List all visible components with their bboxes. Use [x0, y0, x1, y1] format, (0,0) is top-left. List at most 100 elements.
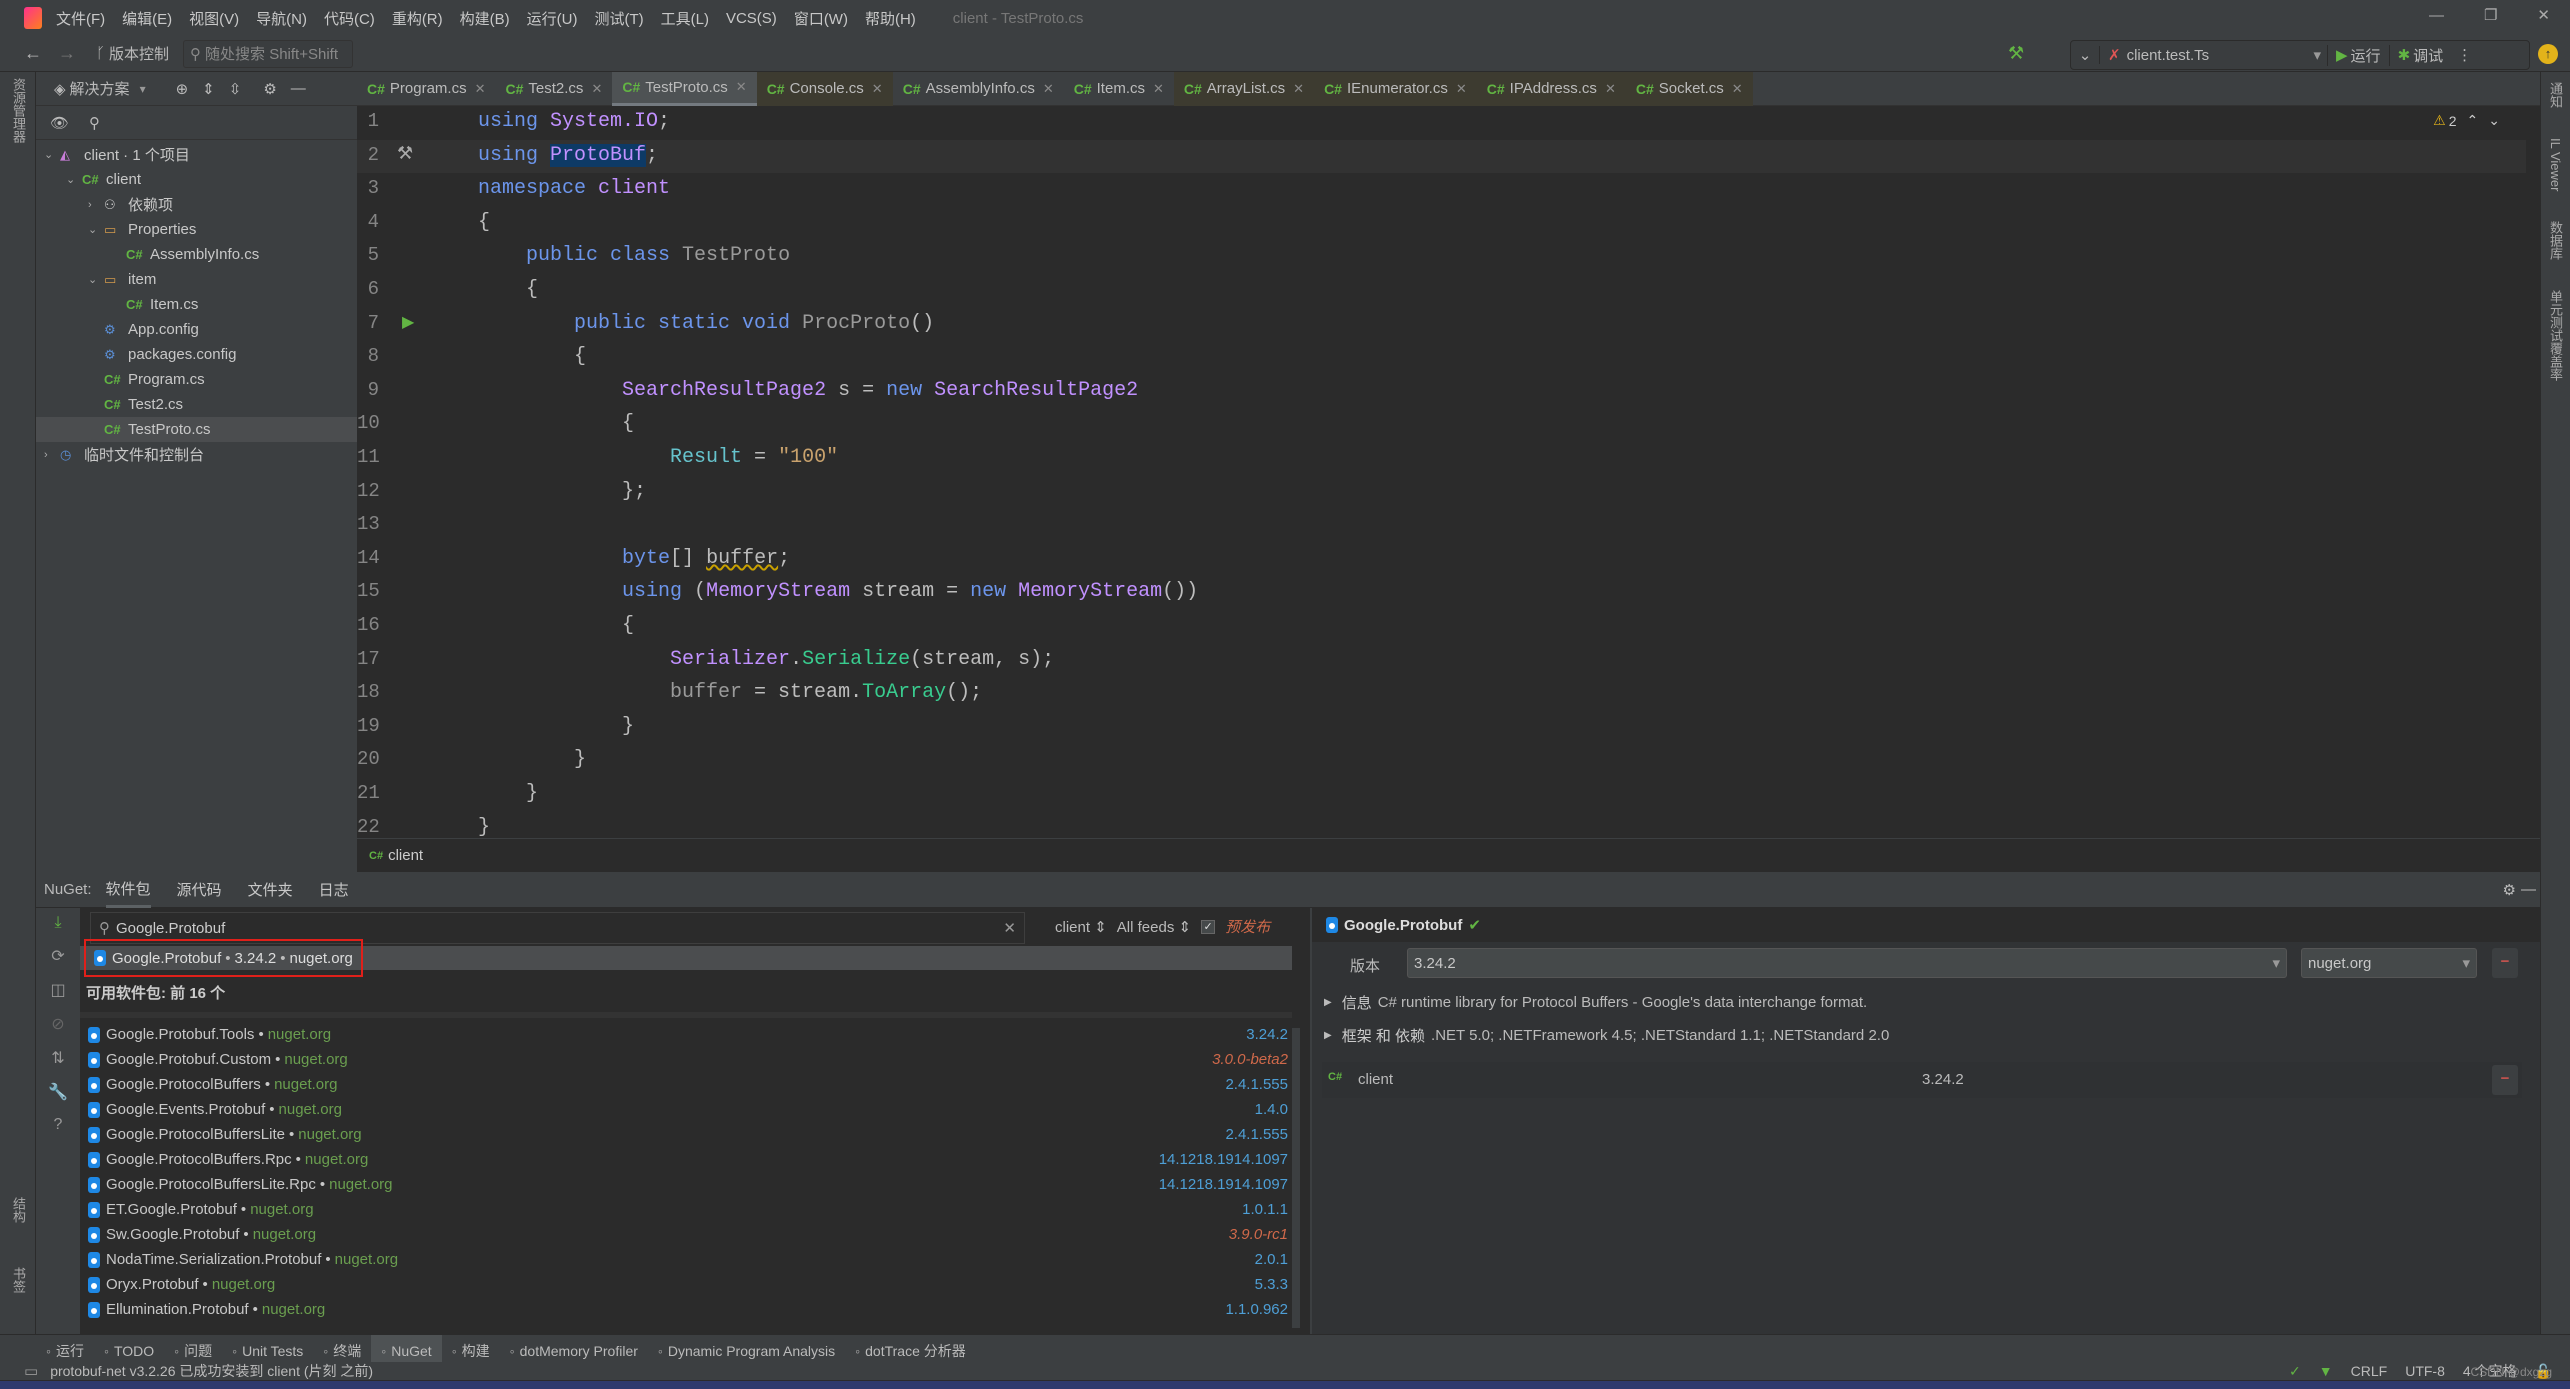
code-line[interactable]: using (MemoryStream stream = new MemoryS…	[478, 580, 1198, 603]
info-section[interactable]: ▶ 信息 C# runtime library for Protocol Buffe…	[1324, 992, 1867, 1013]
code-line[interactable]: using ProtoBuf;	[478, 143, 658, 167]
prerelease-checkbox[interactable]: ✓	[1201, 919, 1216, 934]
chevron-down-icon[interactable]: ⌄	[66, 173, 82, 186]
code-line[interactable]: {	[478, 345, 586, 368]
menu-item[interactable]: 测试(T)	[594, 8, 643, 29]
close-tab-icon[interactable]: ✕	[872, 81, 883, 97]
editor-scrollbar[interactable]	[2526, 106, 2540, 838]
code-line[interactable]: public static void ProcProto()	[478, 312, 934, 335]
editor-tab[interactable]: C# Item.cs ✕	[1064, 72, 1174, 106]
run-config-select[interactable]: ✗ client.test.Ts ▾	[2099, 46, 2327, 64]
editor-tab[interactable]: C# IEnumerator.cs ✕	[1314, 71, 1477, 106]
close-tab-icon[interactable]: ✕	[475, 81, 486, 97]
editor-tab[interactable]: C# Program.cs ✕	[357, 72, 496, 106]
code-line[interactable]: {	[478, 211, 490, 234]
package-row[interactable]: Google.ProtocolBuffersLite • nuget.org 2.4…	[88, 1122, 1288, 1147]
code-line[interactable]: SearchResultPage2 s = new SearchResultPa…	[478, 379, 1138, 402]
package-row[interactable]: Google.Events.Protobuf • nuget.org 1.4.0	[88, 1097, 1288, 1122]
package-row[interactable]: Oryx.Protobuf • nuget.org 5.3.3	[88, 1272, 1288, 1297]
hammer-gutter-icon[interactable]: ⚒	[397, 143, 413, 164]
package-row[interactable]: Google.ProtocolBuffers • nuget.org 2.4.1.5…	[88, 1072, 1288, 1097]
inspection-ok-icon[interactable]: ✓	[2289, 1363, 2301, 1380]
tree-item[interactable]: C# Test2.cs	[36, 392, 357, 417]
menu-item[interactable]: 重构(R)	[392, 8, 443, 29]
close-window-button[interactable]: ✕	[2537, 6, 2550, 24]
chevron-up-icon[interactable]: ⌃	[2467, 112, 2479, 129]
menu-item[interactable]: 运行(U)	[527, 8, 578, 29]
tree-item[interactable]: ⌄ C# client	[36, 167, 357, 192]
menu-item[interactable]: 代码(C)	[324, 8, 375, 29]
install-icon[interactable]: ⤓	[54, 914, 61, 932]
close-tab-icon[interactable]: ✕	[1293, 81, 1304, 97]
close-tab-icon[interactable]: ✕	[1732, 81, 1743, 97]
chevron-down-icon[interactable]: ⌄	[2488, 112, 2500, 129]
locate-icon[interactable]: ⊕	[176, 80, 189, 98]
menu-item[interactable]: 构建(B)	[460, 8, 510, 29]
collapse-all-icon[interactable]: ⇳	[229, 80, 242, 98]
code-line[interactable]: }	[478, 782, 538, 805]
vcs-button[interactable]: ᚴ 版本控制	[96, 43, 169, 64]
package-row[interactable]: NodaTime.Serialization.Protobuf • nuget.o…	[88, 1247, 1288, 1272]
tree-item[interactable]: › ⚇ 依赖项	[36, 192, 357, 217]
installed-package-row[interactable]: Google.Protobuf • 3.24.2 • nuget.org	[80, 939, 1292, 977]
menu-item[interactable]: 工具(L)	[661, 8, 709, 29]
code-line[interactable]: buffer = stream.ToArray();	[478, 681, 982, 704]
chevron-down-icon[interactable]: ⌄	[88, 223, 104, 236]
code-line[interactable]: using System.IO;	[478, 110, 670, 133]
nuget-tab[interactable]: 文件夹	[248, 873, 293, 906]
right-tool-button[interactable]: 通知	[2546, 82, 2565, 108]
code-line[interactable]: public class TestProto	[478, 244, 790, 267]
nuget-tab[interactable]: 日志	[319, 873, 349, 906]
menu-item[interactable]: 帮助(H)	[865, 8, 916, 29]
code-editor[interactable]: 1 using System.IO; 2 using ProtoBuf; 3 namesp…	[357, 106, 2540, 839]
close-tab-icon[interactable]: ✕	[1153, 81, 1164, 97]
package-row[interactable]: Google.Protobuf.Tools • nuget.org 3.24.2	[88, 1022, 1288, 1047]
version-select[interactable]: 3.24.2 ▾	[1407, 948, 2287, 978]
tree-item[interactable]: C# Item.cs	[36, 292, 357, 317]
chevron-down-icon[interactable]: ⌄	[2071, 46, 2099, 64]
close-tab-icon[interactable]: ✕	[1605, 81, 1616, 97]
close-tab-icon[interactable]: ✕	[736, 79, 747, 95]
structure-tool-button[interactable]: 结构	[9, 1197, 28, 1223]
warnings-indicator[interactable]: ⚠ 2 ⌃ ⌄	[2433, 112, 2500, 129]
chevron-down-icon[interactable]: ⌄	[44, 148, 60, 161]
code-line[interactable]: {	[478, 412, 634, 435]
tree-item[interactable]: ⚙ App.config	[36, 317, 357, 342]
tree-item[interactable]: C# TestProto.cs	[36, 417, 357, 442]
menu-item[interactable]: 导航(N)	[256, 8, 307, 29]
editor-tab[interactable]: C# TestProto.cs ✕	[612, 71, 757, 106]
refresh-icon[interactable]: ⟳	[51, 946, 64, 966]
explorer-tool-button[interactable]: 资源管理器	[9, 78, 28, 143]
layout-icon[interactable]: ◫	[50, 980, 65, 1000]
code-line[interactable]: {	[478, 614, 634, 637]
vue-icon[interactable]: ▼	[2319, 1363, 2333, 1379]
open-icon[interactable]: ⊘	[51, 1014, 64, 1034]
package-row[interactable]: Google.ProtocolBuffersLite.Rpc • nuget.or…	[88, 1172, 1288, 1197]
chevron-down-icon[interactable]: ⌄	[88, 273, 104, 286]
right-tool-button[interactable]: 单元测试覆盖率	[2546, 290, 2565, 381]
build-icon[interactable]: ⚒	[2008, 43, 2024, 64]
editor-tab[interactable]: C# AssemblyInfo.cs ✕	[893, 72, 1064, 106]
sort-icon[interactable]: ⇅	[51, 1048, 64, 1068]
menu-item[interactable]: 文件(F)	[56, 8, 105, 29]
feed-filter[interactable]: All feeds ⇕	[1117, 918, 1191, 936]
editor-tab[interactable]: C# Test2.cs ✕	[496, 72, 613, 106]
solution-view-selector[interactable]: ◈ 解决方案 ▾	[54, 78, 146, 99]
source-select[interactable]: nuget.org ▾	[2301, 948, 2477, 978]
gear-icon[interactable]: ⚙	[2503, 881, 2516, 899]
package-row[interactable]: Google.Protobuf.Custom • nuget.org 3.0.0-b…	[88, 1047, 1288, 1072]
code-line[interactable]: }	[478, 816, 490, 839]
tree-item[interactable]: C# AssemblyInfo.cs	[36, 242, 357, 267]
list-scrollbar[interactable]	[1292, 1028, 1300, 1328]
tree-item[interactable]: ⚙ packages.config	[36, 342, 357, 367]
editor-tab[interactable]: C# Console.cs ✕	[756, 71, 893, 106]
nuget-tab[interactable]: 软件包	[105, 872, 151, 908]
package-row[interactable]: Ellumination.Protobuf • nuget.org 1.1.0.96…	[88, 1297, 1288, 1322]
code-line[interactable]: Result = "100"	[478, 446, 838, 469]
line-ending[interactable]: CRLF	[2351, 1363, 2388, 1379]
nuget-tab[interactable]: 源代码	[177, 873, 222, 906]
code-line[interactable]: }	[478, 715, 634, 738]
package-row[interactable]: Google.ProtocolBuffers.Rpc • nuget.org 14.…	[88, 1147, 1288, 1172]
close-tab-icon[interactable]: ✕	[591, 81, 602, 97]
code-line[interactable]: namespace client	[478, 177, 670, 200]
